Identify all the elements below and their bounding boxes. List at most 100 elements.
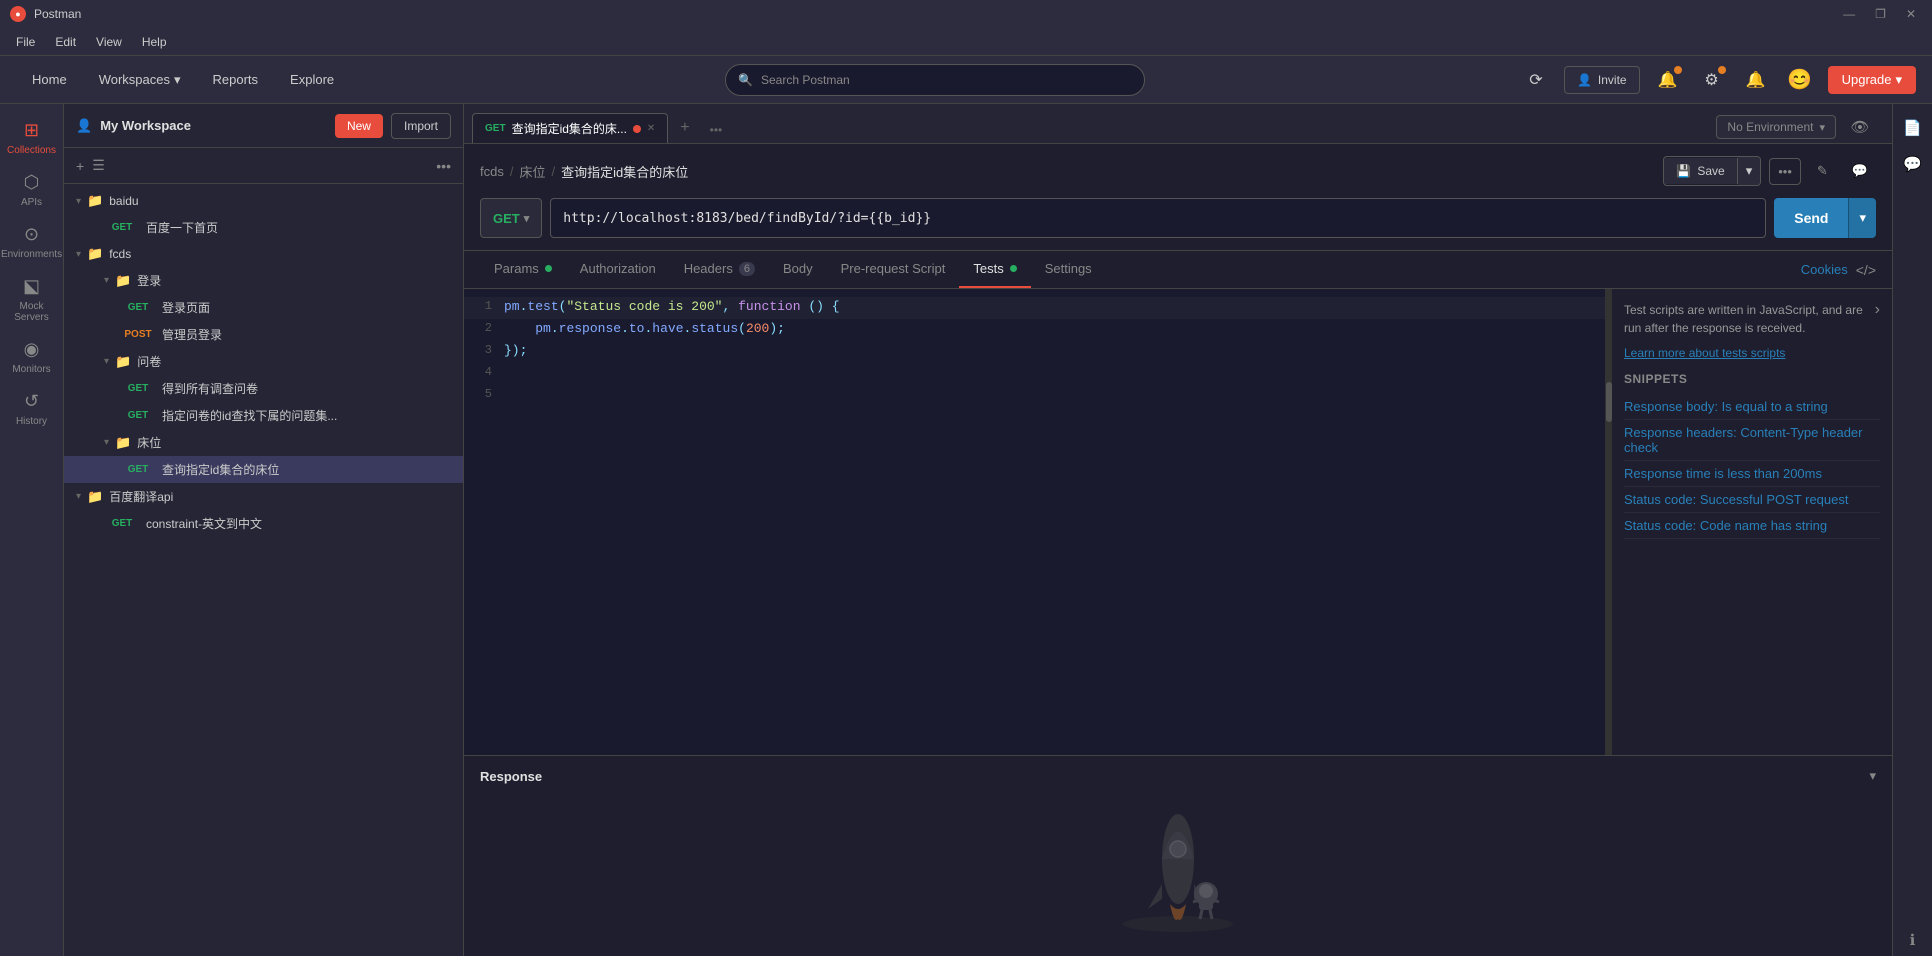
search-placeholder: Search Postman (761, 73, 850, 87)
code-icon-btn[interactable]: </> (1856, 262, 1876, 278)
sidebar-item-monitors[interactable]: ◉ Monitors (4, 331, 60, 383)
breadcrumb-current: 查询指定id集合的床位 (561, 162, 688, 181)
tree-folder-questionnaire[interactable]: ▾ 📁 问卷 (64, 348, 463, 375)
tree-folder-bed[interactable]: ▾ 📁 床位 (64, 429, 463, 456)
more-options-icon[interactable]: ••• (436, 158, 451, 174)
send-button[interactable]: Send (1774, 198, 1848, 238)
tab-tests[interactable]: Tests (959, 251, 1030, 288)
snippet-item[interactable]: Status code: Successful POST request (1624, 487, 1880, 513)
chevron-down-icon: ▾ (76, 491, 81, 502)
search-box[interactable]: 🔍 Search Postman (725, 64, 1145, 96)
close-button[interactable]: ✕ (1900, 5, 1922, 23)
new-button[interactable]: New (335, 114, 383, 138)
tree-folder-baidu[interactable]: ▾ 📁 baidu (64, 188, 463, 214)
notification-icon-btn[interactable]: 🔔 (1652, 64, 1684, 96)
snippet-item[interactable]: Response body: Is equal to a string (1624, 394, 1880, 420)
tree-folder-login[interactable]: ▾ 📁 登录 (64, 267, 463, 294)
nav-workspaces[interactable]: Workspaces ▾ (83, 64, 197, 96)
tab-body[interactable]: Body (769, 251, 827, 288)
person-icon: 👤 (1577, 73, 1592, 87)
save-button[interactable]: 💾 Save (1664, 158, 1737, 184)
more-tabs-icon[interactable]: ••• (700, 117, 733, 143)
snippet-item[interactable]: Response time is less than 200ms (1624, 461, 1880, 487)
nav-explore[interactable]: Explore (274, 64, 350, 95)
sidebar-item-label: Environments (1, 249, 62, 260)
invite-button[interactable]: 👤 Invite (1564, 66, 1640, 94)
method-badge: POST (120, 328, 156, 341)
avatar-btn[interactable]: 😊 (1784, 64, 1816, 96)
list-item[interactable]: GET constraint-英文到中文 (64, 510, 463, 537)
sidebar-item-collections[interactable]: ⊞ Collections (4, 112, 60, 164)
snippet-item[interactable]: Status code: Code name has string (1624, 513, 1880, 539)
add-icon[interactable]: + (76, 158, 84, 174)
list-item[interactable]: GET 查询指定id集合的床位 (64, 456, 463, 483)
sidebar-item-apis[interactable]: ⬡ APIs (4, 164, 60, 216)
sync-icon-btn[interactable]: ⟳ (1520, 64, 1552, 96)
right-sidebar-info-btn[interactable]: ℹ (1897, 924, 1929, 956)
list-item[interactable]: GET 百度一下首页 (64, 214, 463, 241)
list-item[interactable]: GET 登录页面 (64, 294, 463, 321)
add-tab-icon[interactable]: + (670, 113, 699, 143)
eye-icon-btn[interactable]: 👁 (1844, 111, 1876, 143)
more-options-btn[interactable]: ••• (1769, 158, 1801, 185)
minimize-button[interactable]: — (1837, 5, 1861, 23)
tab-bed-request[interactable]: GET 查询指定id集合的床... ✕ (472, 113, 668, 143)
upgrade-button[interactable]: Upgrade ▾ (1828, 66, 1916, 94)
filter-icon[interactable]: ☰ (92, 157, 105, 174)
menu-help[interactable]: Help (134, 32, 175, 52)
tree-item-label: 查询指定id集合的床位 (162, 461, 279, 478)
nav-reports[interactable]: Reports (197, 64, 275, 95)
learn-more-link[interactable]: Learn more about tests scripts (1624, 346, 1785, 360)
method-selector[interactable]: GET ▾ (480, 198, 542, 238)
response-collapse-btn[interactable]: ▾ (1869, 768, 1876, 784)
chevron-down-icon: ▾ (76, 249, 81, 260)
tree-folder-fcds[interactable]: ▾ 📁 fcds (64, 241, 463, 267)
save-dropdown-btn[interactable]: ▾ (1738, 157, 1761, 185)
menu-edit[interactable]: Edit (47, 32, 84, 52)
sidebar-item-environments[interactable]: ⊙ Environments (4, 216, 60, 268)
code-editor[interactable]: 1 pm.test("Status code is 200", function… (464, 289, 1606, 755)
menu-file[interactable]: File (8, 32, 43, 52)
list-item[interactable]: POST 管理员登录 (64, 321, 463, 348)
url-bar: GET ▾ Send ▾ (480, 198, 1876, 238)
menu-bar: File Edit View Help (0, 28, 1932, 56)
tab-close-icon[interactable]: ✕ (647, 123, 655, 134)
sidebar-item-history[interactable]: ↺ History (4, 383, 60, 435)
document-icon: 📄 (1903, 119, 1922, 137)
cookies-button[interactable]: Cookies (1801, 262, 1848, 277)
nav-home[interactable]: Home (16, 64, 83, 95)
right-sidebar-comment-btn[interactable]: 💬 (1897, 148, 1929, 180)
list-item[interactable]: GET 得到所有调查问卷 (64, 375, 463, 402)
list-item[interactable]: GET 指定问卷的id查找下属的问题集... (64, 402, 463, 429)
app-title: Postman (34, 7, 81, 21)
edit-icon-btn[interactable]: ✎ (1809, 158, 1836, 184)
breadcrumb-part-1[interactable]: fcds (480, 164, 504, 179)
tree-item-label: 百度一下首页 (146, 219, 218, 236)
tab-params[interactable]: Params (480, 251, 566, 288)
sidebar-item-label: History (16, 416, 47, 427)
environment-selector[interactable]: No Environment ▾ (1716, 115, 1836, 139)
snippet-item[interactable]: Response headers: Content-Type header ch… (1624, 420, 1880, 461)
url-input[interactable] (550, 198, 1766, 238)
settings-icon-btn[interactable]: ⚙ (1696, 64, 1728, 96)
folder-icon: 📁 (115, 273, 131, 289)
editor-line: 1 pm.test("Status code is 200", function… (464, 297, 1605, 319)
expand-icon-btn[interactable]: › (1875, 301, 1880, 319)
breadcrumb-part-2[interactable]: 床位 (519, 162, 545, 181)
send-dropdown-btn[interactable]: ▾ (1848, 198, 1876, 238)
maximize-button[interactable]: ❐ (1869, 5, 1892, 23)
editor-scrollbar[interactable] (1606, 289, 1612, 755)
sidebar-item-mock-servers[interactable]: ⬕ Mock Servers (4, 268, 60, 331)
alerts-icon-btn[interactable]: 🔔 (1740, 64, 1772, 96)
tree-item-label: 床位 (137, 434, 161, 451)
tab-authorization[interactable]: Authorization (566, 251, 670, 288)
tab-pre-request[interactable]: Pre-request Script (827, 251, 960, 288)
tab-headers[interactable]: Headers 6 (670, 251, 769, 288)
tab-settings[interactable]: Settings (1031, 251, 1106, 288)
tree-folder-baidu-translate[interactable]: ▾ 📁 百度翻译api (64, 483, 463, 510)
comment-icon-btn[interactable]: 💬 (1844, 158, 1876, 184)
right-sidebar-doc-btn[interactable]: 📄 (1897, 112, 1929, 144)
menu-view[interactable]: View (88, 32, 130, 52)
import-button[interactable]: Import (391, 113, 451, 139)
top-nav: Home Workspaces ▾ Reports Explore 🔍 Sear… (0, 56, 1932, 104)
